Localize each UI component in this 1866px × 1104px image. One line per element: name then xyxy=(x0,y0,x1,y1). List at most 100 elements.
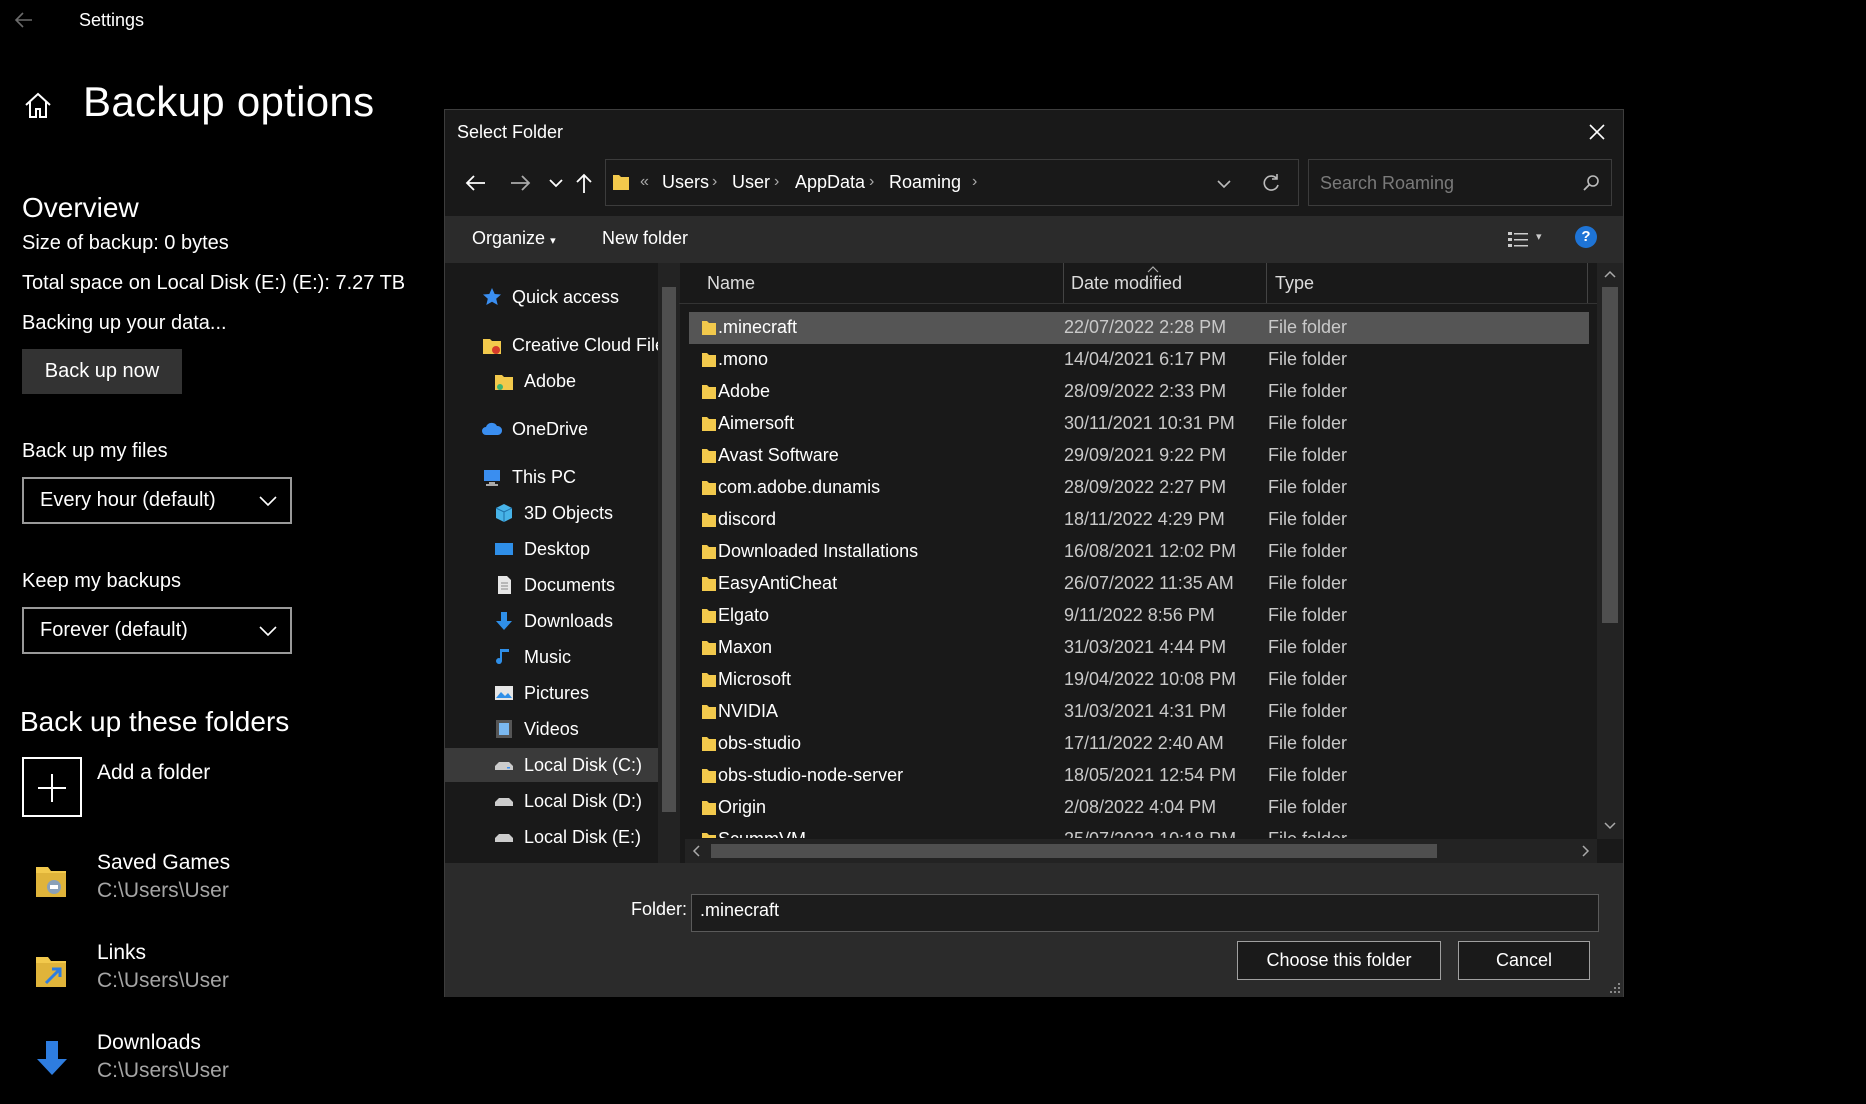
breadcrumb-separator-icon[interactable]: › xyxy=(774,173,779,191)
file-row[interactable]: obs-studio 17/11/2022 2:40 AM File folder xyxy=(689,728,1589,760)
nav-item-documents[interactable]: Documents xyxy=(493,568,615,602)
refresh-icon[interactable] xyxy=(1260,172,1282,194)
up-folder-icon[interactable] xyxy=(571,170,597,196)
back-icon[interactable] xyxy=(463,170,489,196)
file-row[interactable]: EasyAntiCheat 26/07/2022 11:35 AM File fol… xyxy=(689,568,1589,600)
column-name[interactable]: Name xyxy=(707,273,755,294)
nav-scrollbar[interactable] xyxy=(658,263,680,863)
overflow-icon[interactable]: « xyxy=(640,173,649,191)
file-row[interactable]: Adobe 28/09/2022 2:33 PM File folder xyxy=(689,376,1589,408)
file-row[interactable]: .mono 14/04/2021 6:17 PM File folder xyxy=(689,344,1589,376)
nav-item-adobe[interactable]: Adobe xyxy=(493,364,576,398)
nav-item-onedrive[interactable]: OneDrive xyxy=(481,412,588,446)
file-list: .minecraft 22/07/2022 2:28 PM File folder.… xyxy=(679,312,1609,838)
backup-frequency-dropdown[interactable]: Every hour (default) xyxy=(22,477,292,524)
file-date-modified: 30/11/2021 10:31 PM xyxy=(1064,413,1235,433)
nav-item-local-disk-e[interactable]: Local Disk (E:) xyxy=(493,820,641,854)
list-vertical-scrollbar[interactable] xyxy=(1597,263,1623,839)
folder-item-name[interactable]: Downloads xyxy=(97,1031,201,1055)
nav-label: Downloads xyxy=(524,610,614,631)
add-folder-button[interactable] xyxy=(22,757,82,817)
organize-menu[interactable]: Organize ▾ xyxy=(472,228,556,249)
file-type: File folder xyxy=(1268,669,1348,689)
breadcrumb-roaming[interactable]: Roaming xyxy=(889,172,961,193)
folder-icon xyxy=(702,449,716,463)
forward-icon[interactable] xyxy=(507,170,533,196)
address-history-chevron-icon[interactable] xyxy=(1216,176,1232,192)
list-horizontal-scroll-thumb[interactable] xyxy=(711,844,1437,858)
folder-item-name[interactable]: Links xyxy=(97,941,146,965)
file-name: Elgato xyxy=(718,605,770,625)
breadcrumb-appdata[interactable]: AppData xyxy=(795,172,865,193)
file-row[interactable]: Avast Software 29/09/2021 9:22 PM File fol… xyxy=(689,440,1589,472)
search-input[interactable]: Search Roaming xyxy=(1308,159,1612,206)
nav-item-local-disk-c[interactable]: Local Disk (C:) xyxy=(445,748,658,782)
file-row[interactable]: Elgato 9/11/2022 8:56 PM File folder xyxy=(689,600,1589,632)
nav-item-desktop[interactable]: Desktop xyxy=(493,532,590,566)
nav-scroll-thumb[interactable] xyxy=(662,287,676,812)
folder-item-name[interactable]: Saved Games xyxy=(97,851,230,875)
list-vertical-scroll-thumb[interactable] xyxy=(1602,287,1618,623)
breadcrumb-user[interactable]: User xyxy=(732,172,770,193)
file-row[interactable]: ScummVM 25/07/2022 10:18 PM File folder xyxy=(689,824,1589,838)
scroll-left-icon[interactable] xyxy=(691,844,701,858)
file-row[interactable]: Origin 2/08/2022 4:04 PM File folder xyxy=(689,792,1589,824)
scroll-down-icon[interactable] xyxy=(1603,821,1617,831)
file-row[interactable]: NVIDIA 31/03/2021 4:31 PM File folder xyxy=(689,696,1589,728)
file-row[interactable]: Downloaded Installations 16/08/2021 12:02… xyxy=(689,536,1589,568)
file-row[interactable]: Aimersoft 30/11/2021 10:31 PM File folder xyxy=(689,408,1589,440)
new-folder-button[interactable]: New folder xyxy=(602,228,688,249)
nav-item-videos[interactable]: Videos xyxy=(493,712,579,746)
breadcrumb-separator-icon[interactable]: › xyxy=(869,173,874,191)
nav-item-this-pc[interactable]: This PC xyxy=(481,460,576,494)
nav-item-creative-cloud[interactable]: Creative Cloud Files xyxy=(481,328,674,362)
add-folder-label[interactable]: Add a folder xyxy=(97,761,210,785)
file-row[interactable]: Microsoft 19/04/2022 10:08 PM File folder xyxy=(689,664,1589,696)
breadcrumb-separator-icon[interactable]: › xyxy=(712,173,717,191)
home-icon[interactable] xyxy=(22,90,54,122)
cancel-button[interactable]: Cancel xyxy=(1458,941,1590,980)
scroll-up-icon[interactable] xyxy=(1603,269,1617,279)
back-up-now-button[interactable]: Back up now xyxy=(22,349,182,394)
address-bar[interactable]: « Users › User › AppData › Roaming › xyxy=(605,159,1299,206)
column-type[interactable]: Type xyxy=(1275,273,1314,294)
file-row[interactable]: com.adobe.dunamis 28/09/2022 2:27 PM File … xyxy=(689,472,1589,504)
close-icon[interactable] xyxy=(1585,120,1609,144)
view-details-icon[interactable] xyxy=(1507,230,1529,250)
search-icon[interactable] xyxy=(1583,174,1601,192)
resize-grip-icon[interactable] xyxy=(1609,982,1621,994)
file-row[interactable]: Maxon 31/03/2021 4:44 PM File folder xyxy=(689,632,1589,664)
nav-item-quick-access[interactable]: Quick access xyxy=(481,280,619,314)
star-icon xyxy=(483,288,501,305)
choose-this-folder-button[interactable]: Choose this folder xyxy=(1237,941,1441,980)
help-button[interactable]: ? xyxy=(1575,226,1597,248)
view-options-chevron-icon[interactable]: ▾ xyxy=(1536,230,1542,243)
list-horizontal-scrollbar[interactable] xyxy=(685,839,1597,863)
download-icon xyxy=(496,612,512,630)
breadcrumb-separator-icon[interactable]: › xyxy=(972,173,977,191)
file-date-modified: 25/07/2022 10:18 PM xyxy=(1064,829,1236,838)
file-name: discord xyxy=(718,509,777,529)
column-divider[interactable] xyxy=(1266,263,1267,303)
folder-name-field[interactable]: .minecraft xyxy=(691,894,1599,932)
nav-item-music[interactable]: Music xyxy=(493,640,571,674)
file-row[interactable]: .minecraft 22/07/2022 2:28 PM File folder xyxy=(689,312,1589,344)
breadcrumb-users[interactable]: Users xyxy=(662,172,709,193)
nav-item-3d-objects[interactable]: 3D Objects xyxy=(493,496,613,530)
nav-item-pictures[interactable]: Pictures xyxy=(493,676,589,710)
nav-item-downloads[interactable]: Downloads xyxy=(493,604,613,638)
column-divider[interactable] xyxy=(1063,263,1064,303)
keep-backups-dropdown[interactable]: Forever (default) xyxy=(22,607,292,654)
file-name: ScummVM xyxy=(718,829,806,838)
file-row[interactable]: obs-studio-node-server 18/05/2021 12:54 P… xyxy=(689,760,1589,792)
column-divider[interactable] xyxy=(1587,263,1588,303)
scroll-right-icon[interactable] xyxy=(1581,844,1591,858)
back-arrow-icon[interactable] xyxy=(12,8,40,32)
column-date-modified[interactable]: Date modified xyxy=(1071,273,1182,294)
drive-icon xyxy=(495,762,513,770)
file-date-modified: 31/03/2021 4:44 PM xyxy=(1064,637,1227,657)
nav-item-local-disk-d[interactable]: Local Disk (D:) xyxy=(493,784,642,818)
folder-icon xyxy=(702,577,716,591)
recent-locations-chevron-icon[interactable] xyxy=(543,170,569,196)
file-row[interactable]: discord 18/11/2022 4:29 PM File folder xyxy=(689,504,1589,536)
